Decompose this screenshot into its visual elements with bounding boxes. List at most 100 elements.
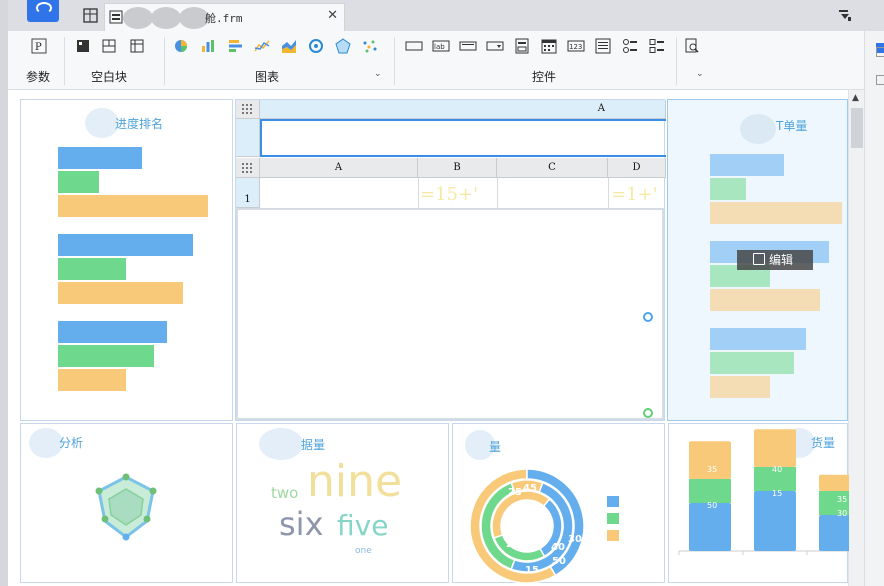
gauge-chart-icon[interactable]: [307, 37, 325, 55]
select-all-corner[interactable]: [236, 100, 260, 119]
grid-view-icon[interactable]: [80, 4, 102, 28]
date-widget-icon[interactable]: [540, 37, 558, 55]
column-header-c[interactable]: C: [497, 158, 608, 178]
panel-toggle-icon[interactable]: [876, 47, 884, 57]
group-label-chart: 图表: [255, 70, 280, 84]
close-tab-button[interactable]: ✕: [327, 8, 338, 23]
form-file-icon: [109, 10, 123, 24]
donut-label: 35: [516, 514, 530, 525]
textbox-widget-icon[interactable]: [405, 37, 423, 55]
progress-line-chart-block[interactable]: [236, 208, 664, 420]
word-five: five: [337, 509, 389, 542]
bar: [710, 289, 820, 311]
bar-segment: [689, 503, 731, 551]
radar-chart: [95, 473, 157, 541]
pie-chart-icon[interactable]: [172, 37, 190, 55]
right-side-panel: [864, 31, 884, 586]
donut-label: 25: [511, 526, 525, 537]
select-all-corner[interactable]: [236, 158, 260, 178]
app-logo[interactable]: [27, 0, 59, 22]
bar-segment: [754, 491, 796, 551]
bar: [58, 171, 99, 193]
button-widget-icon[interactable]: [459, 37, 477, 55]
scroll-up-icon[interactable]: ▲: [852, 93, 859, 103]
bar: [58, 321, 167, 343]
ribbon-toolbar: P 参数 空白块 图表 ⌄ lab 123 控件 ⌄: [8, 31, 864, 90]
radar-chart-icon[interactable]: [334, 37, 352, 55]
widget-group-expand[interactable]: ⌄: [696, 69, 704, 79]
label-widget-icon[interactable]: lab: [432, 37, 450, 55]
bar: [58, 258, 126, 280]
column-header-a[interactable]: A: [260, 100, 666, 119]
panel-toggle-icon[interactable]: [876, 75, 884, 85]
selected-cell[interactable]: [260, 119, 666, 157]
donut-panel[interactable]: 量 45 25 35 25 25 30 40 50 15: [452, 423, 665, 583]
donut-label: 25: [506, 539, 520, 550]
progress-line-chart: [246, 312, 653, 418]
chart-group-expand[interactable]: ⌄: [374, 69, 382, 79]
group-label-blank-block: 空白块: [91, 70, 128, 84]
bar: [58, 369, 126, 391]
combobox-widget-icon[interactable]: [486, 37, 504, 55]
block-solid-icon[interactable]: [74, 37, 92, 55]
bar: [58, 195, 208, 217]
tab-menu-icon[interactable]: [838, 9, 852, 23]
edit-icon: [753, 253, 765, 265]
checkbox-group-widget-icon[interactable]: [648, 37, 666, 55]
document-title: 舱.frm: [205, 12, 243, 25]
word-six: six: [279, 505, 324, 543]
document-tab[interactable]: 舱.frm ✕: [104, 3, 345, 31]
wordcloud-panel[interactable]: 据量 two nine six five one: [236, 423, 449, 583]
vertical-scrollbar[interactable]: ▲: [848, 90, 864, 586]
svg-text:123: 123: [569, 43, 582, 51]
report-block[interactable]: A A B C D 1 =15+' =1+': [235, 99, 666, 421]
line-end-point: [643, 408, 653, 418]
block-grid-icon[interactable]: [128, 37, 146, 55]
group-label-params: 参数: [26, 70, 51, 84]
donut-label: 25: [508, 487, 522, 498]
list-widget-icon[interactable]: [513, 37, 531, 55]
bar: [58, 345, 154, 367]
edit-button[interactable]: 编辑: [737, 250, 813, 270]
group-label-widget: 控件: [532, 70, 557, 84]
scatter-chart-icon[interactable]: [361, 37, 379, 55]
textarea-widget-icon[interactable]: [594, 37, 612, 55]
bar-segment: [819, 515, 849, 551]
progress-ranking-panel[interactable]: 进度排名: [20, 99, 233, 421]
bar-data-label: 40: [772, 465, 782, 474]
hbar-chart-icon[interactable]: [226, 37, 244, 55]
block-split-icon[interactable]: [100, 37, 118, 55]
panel-title: 据量: [301, 438, 326, 452]
preview-search-icon[interactable]: [683, 37, 701, 55]
number-widget-icon[interactable]: 123: [567, 37, 585, 55]
formula-cell-d1[interactable]: =1+': [611, 184, 658, 205]
stacked-bar-panel[interactable]: 货量 35 40 35 50 15 30: [668, 423, 849, 583]
parameter-icon[interactable]: P: [30, 37, 48, 55]
donut-label: 45: [523, 483, 537, 494]
bar-chart-icon[interactable]: [199, 37, 217, 55]
bar-data-label: 15: [772, 489, 782, 498]
area-chart-icon[interactable]: [280, 37, 298, 55]
bar: [710, 178, 746, 200]
scroll-thumb[interactable]: [851, 108, 863, 148]
bar: [710, 328, 806, 350]
column-header-b[interactable]: B: [418, 158, 497, 178]
panel-title: 分析: [59, 436, 84, 450]
legend-swatch: [607, 496, 619, 507]
stacked-bar-chart: 35 40 35 50 15 30: [678, 429, 849, 555]
left-rail: [0, 0, 8, 586]
line-chart-icon[interactable]: [253, 37, 271, 55]
radio-group-widget-icon[interactable]: [621, 37, 639, 55]
line-end-point: [643, 312, 653, 322]
bar-data-label: 35: [707, 465, 717, 474]
donut-label: 50: [552, 556, 566, 567]
donut-label: 40: [551, 542, 565, 553]
bar-data-label: 50: [707, 501, 717, 510]
formula-cell-b1[interactable]: =15+': [420, 184, 478, 205]
analysis-panel[interactable]: 分析: [20, 423, 233, 583]
column-header-a[interactable]: A: [260, 158, 418, 178]
row-header[interactable]: [236, 119, 260, 157]
row-header-1[interactable]: 1: [236, 178, 260, 208]
donut-label: 15: [525, 565, 539, 576]
column-header-d[interactable]: D: [608, 158, 666, 178]
